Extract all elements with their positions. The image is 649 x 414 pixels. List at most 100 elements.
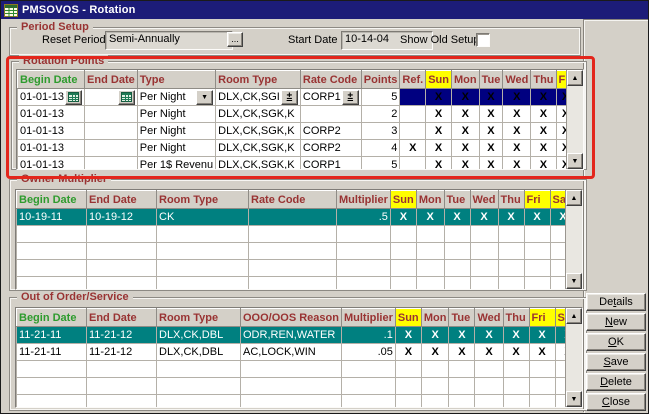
cell[interactable] <box>498 243 524 260</box>
room-type-cell[interactable]: CK <box>157 209 249 226</box>
rate-code-cell[interactable]: CORP2 <box>300 140 361 157</box>
day-cell[interactable]: X <box>503 140 531 157</box>
cell[interactable] <box>449 395 475 409</box>
button-details[interactable]: Details <box>586 293 646 311</box>
rotation-row[interactable]: 01-01-13Per 1$ RevenuDLX,CK,SGK,KCORP15X… <box>18 157 585 171</box>
cell[interactable] <box>529 378 555 395</box>
reason-cell[interactable]: ODR,REN,WATER <box>241 327 342 344</box>
lov-button-icon[interactable]: ± <box>342 90 359 105</box>
cell[interactable] <box>498 260 524 277</box>
cell[interactable] <box>475 395 503 409</box>
scroll-down-icon[interactable]: ▼ <box>566 273 582 289</box>
cell[interactable] <box>157 277 249 291</box>
type-combo-cell[interactable]: Per Night▼ <box>137 89 215 106</box>
room-type-cell[interactable]: DLX,CK,SGK,K <box>216 123 301 140</box>
cell[interactable] <box>416 260 444 277</box>
points-cell[interactable]: 5 <box>361 89 400 106</box>
cell[interactable] <box>524 226 550 243</box>
ooo-empty-row[interactable] <box>17 378 582 395</box>
day-cell[interactable]: X <box>421 327 449 344</box>
day-cell[interactable]: X <box>470 209 498 226</box>
cell[interactable] <box>390 226 416 243</box>
day-cell[interactable]: X <box>503 123 531 140</box>
day-cell[interactable]: X <box>503 89 531 106</box>
cell[interactable] <box>421 395 449 409</box>
cell[interactable] <box>17 395 87 409</box>
cell[interactable] <box>87 277 157 291</box>
cell[interactable] <box>249 260 337 277</box>
room-type-cell[interactable]: DLX,CK,SGK,K <box>216 106 301 123</box>
cell[interactable] <box>337 243 391 260</box>
ref-cell[interactable] <box>400 89 426 106</box>
begin-date-cell[interactable]: 01-01-13 <box>18 157 85 171</box>
cell[interactable] <box>249 277 337 291</box>
cell[interactable] <box>421 361 449 378</box>
cell[interactable] <box>503 361 529 378</box>
points-cell[interactable]: 2 <box>361 106 400 123</box>
cell[interactable] <box>157 378 241 395</box>
cell[interactable] <box>498 226 524 243</box>
day-cell[interactable]: X <box>451 157 479 171</box>
button-ok[interactable]: OK <box>586 333 646 351</box>
day-cell[interactable]: X <box>531 89 556 106</box>
room-type-cell[interactable]: DLX,CK,SGK,K <box>216 140 301 157</box>
day-cell[interactable]: X <box>503 106 531 123</box>
owner-row[interactable]: 10-19-1110-19-12CK.5XXXXXXX <box>17 209 577 226</box>
begin-date-cell[interactable]: 01-01-13 <box>18 89 85 106</box>
day-cell[interactable]: X <box>426 140 452 157</box>
cell[interactable] <box>241 378 342 395</box>
type-cell[interactable]: Per Night <box>137 106 215 123</box>
cell[interactable] <box>449 378 475 395</box>
cell[interactable] <box>337 277 391 291</box>
day-cell[interactable]: X <box>390 209 416 226</box>
cell[interactable] <box>416 243 444 260</box>
multiplier-cell[interactable]: .1 <box>341 327 395 344</box>
begin-date-cell[interactable]: 10-19-11 <box>17 209 87 226</box>
day-cell[interactable]: X <box>503 327 529 344</box>
rotation-row[interactable]: 01-01-13Per NightDLX,CK,SGK,KCORP23XXXXX… <box>18 123 585 140</box>
cell[interactable] <box>249 243 337 260</box>
owner-empty-row[interactable] <box>17 260 577 277</box>
cell[interactable] <box>524 277 550 291</box>
cell[interactable] <box>157 260 249 277</box>
points-cell[interactable]: 3 <box>361 123 400 140</box>
rate-code-cell[interactable]: CORP1± <box>300 89 361 106</box>
cell[interactable] <box>395 395 421 409</box>
day-cell[interactable]: X <box>531 123 556 140</box>
cell[interactable] <box>241 395 342 409</box>
ref-cell[interactable] <box>400 106 426 123</box>
day-cell[interactable]: X <box>531 157 556 171</box>
day-cell[interactable]: X <box>529 344 555 361</box>
end-date-cell[interactable]: 11-21-12 <box>87 327 157 344</box>
cell[interactable] <box>503 395 529 409</box>
cell[interactable] <box>87 260 157 277</box>
dropdown-arrow-icon[interactable]: ▼ <box>196 90 213 105</box>
day-cell[interactable]: X <box>416 209 444 226</box>
cell[interactable] <box>395 378 421 395</box>
cell[interactable] <box>87 378 157 395</box>
day-cell[interactable]: X <box>449 344 475 361</box>
cell[interactable] <box>87 243 157 260</box>
day-cell[interactable]: X <box>531 106 556 123</box>
scroll-up-icon[interactable]: ▲ <box>566 190 582 206</box>
begin-date-cell[interactable]: 01-01-13 <box>18 140 85 157</box>
owner-empty-row[interactable] <box>17 226 577 243</box>
cell[interactable] <box>470 277 498 291</box>
rate-code-cell[interactable] <box>249 209 337 226</box>
cell[interactable] <box>390 277 416 291</box>
cell[interactable] <box>475 361 503 378</box>
ooo-row[interactable]: 11-21-1111-21-12DLX,CK,DBLODR,REN,WATER.… <box>17 327 582 344</box>
cell[interactable] <box>470 260 498 277</box>
day-cell[interactable]: X <box>503 344 529 361</box>
lov-button-icon[interactable]: ± <box>281 90 298 105</box>
day-cell[interactable]: X <box>451 89 479 106</box>
ref-cell[interactable]: X <box>400 140 426 157</box>
owner-multiplier-scrollbar[interactable]: ▲ ▼ <box>565 190 582 289</box>
cell[interactable] <box>529 361 555 378</box>
cell[interactable] <box>17 361 87 378</box>
cell[interactable] <box>17 378 87 395</box>
room-type-cell[interactable]: DLX,CK,DBL <box>157 344 241 361</box>
begin-date-cell[interactable]: 11-21-11 <box>17 327 87 344</box>
day-cell[interactable]: X <box>475 344 503 361</box>
cell[interactable] <box>524 260 550 277</box>
